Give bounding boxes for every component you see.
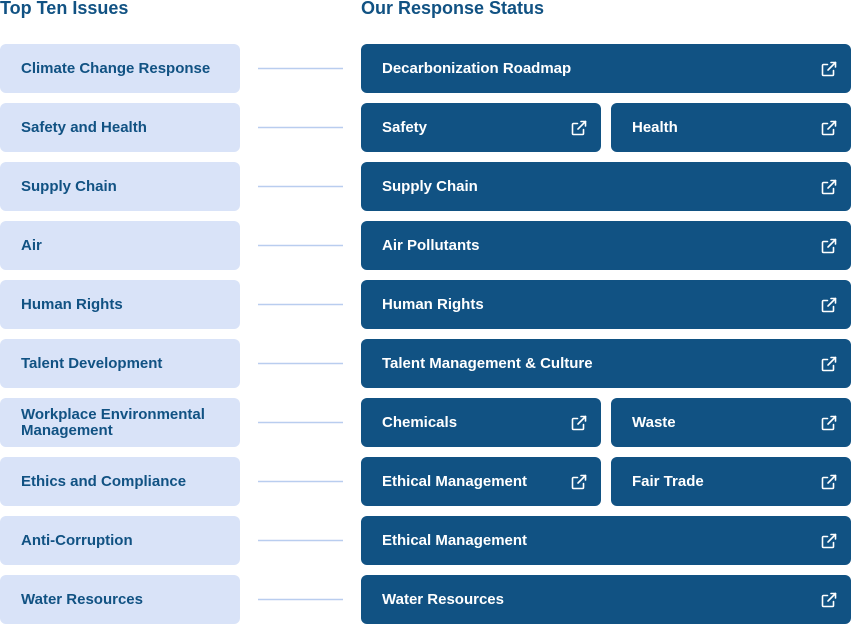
response-label: Human Rights	[382, 296, 484, 313]
response-group: Water Resources	[361, 575, 851, 624]
response-group: Ethical Management Fair Trade	[361, 457, 851, 506]
connector-arrow-icon	[258, 185, 343, 188]
external-link-icon	[821, 474, 837, 490]
issue-label: Anti-Corruption	[0, 516, 240, 565]
issue-row: Supply Chain Supply Chain	[0, 162, 851, 211]
external-link-icon	[821, 238, 837, 254]
issue-label: Workplace Environmental Management	[0, 398, 240, 447]
issue-label: Safety and Health	[0, 103, 240, 152]
external-link-icon	[821, 592, 837, 608]
external-link-icon	[821, 61, 837, 77]
external-link-icon	[821, 297, 837, 313]
connector-arrow-icon	[258, 67, 343, 70]
response-label: Supply Chain	[382, 178, 478, 195]
external-link-icon	[821, 179, 837, 195]
connector-arrow-icon	[258, 539, 343, 542]
issue-row: Talent Development Talent Management & Cu…	[0, 339, 851, 388]
external-link-icon	[571, 415, 587, 431]
issue-row: Workplace Environmental Management Chemic…	[0, 398, 851, 447]
response-group: Decarbonization Roadmap	[361, 44, 851, 93]
response-group: Chemicals Waste	[361, 398, 851, 447]
response-link[interactable]: Ethical Management	[361, 457, 601, 506]
response-link[interactable]: Supply Chain	[361, 162, 851, 211]
response-label: Fair Trade	[632, 473, 704, 490]
connector-arrow-icon	[258, 421, 343, 424]
response-link[interactable]: Human Rights	[361, 280, 851, 329]
issue-row: Ethics and Compliance Ethical Management F…	[0, 457, 851, 506]
external-link-icon	[821, 356, 837, 372]
response-link[interactable]: Decarbonization Roadmap	[361, 44, 851, 93]
issue-label: Talent Development	[0, 339, 240, 388]
response-group: Safety Health	[361, 103, 851, 152]
connector-arrow-icon	[258, 598, 343, 601]
issue-label: Supply Chain	[0, 162, 240, 211]
issue-row: Safety and Health Safety Health	[0, 103, 851, 152]
response-group: Human Rights	[361, 280, 851, 329]
response-link[interactable]: Safety	[361, 103, 601, 152]
issue-label: Human Rights	[0, 280, 240, 329]
connector-arrow-icon	[258, 244, 343, 247]
connector-arrow-icon	[258, 303, 343, 306]
issue-row: Air Air Pollutants	[0, 221, 851, 270]
external-link-icon	[571, 474, 587, 490]
issue-row: Water Resources Water Resources	[0, 575, 851, 624]
response-label: Water Resources	[382, 591, 504, 608]
response-label: Safety	[382, 119, 428, 136]
issues-response-list: Climate Change Response Decarbonization R…	[0, 44, 851, 634]
issue-row: Anti-Corruption Ethical Management	[0, 516, 851, 565]
external-link-icon	[821, 120, 837, 136]
response-link[interactable]: Health	[611, 103, 851, 152]
response-label: Air Pollutants	[382, 237, 480, 254]
response-link[interactable]: Talent Management & Culture	[361, 339, 851, 388]
response-label: Health	[632, 119, 678, 136]
response-link[interactable]: Ethical Management	[361, 516, 851, 565]
responses-heading: Our Response Status	[361, 0, 545, 18]
response-label: Ethical Management	[382, 532, 528, 549]
response-label: Chemicals	[382, 414, 458, 431]
response-label: Talent Management & Culture	[382, 355, 593, 372]
issue-label: Air	[0, 221, 240, 270]
external-link-icon	[821, 415, 837, 431]
response-label: Ethical Management	[382, 473, 528, 490]
response-group: Ethical Management	[361, 516, 851, 565]
external-link-icon	[821, 533, 837, 549]
response-group: Talent Management & Culture	[361, 339, 851, 388]
issue-label: Ethics and Compliance	[0, 457, 240, 506]
external-link-icon	[571, 120, 587, 136]
issue-label: Climate Change Response	[0, 44, 240, 93]
response-link[interactable]: Waste	[611, 398, 851, 447]
issue-row: Climate Change Response Decarbonization R…	[0, 44, 851, 93]
response-label: Decarbonization Roadmap	[382, 60, 572, 77]
response-link[interactable]: Chemicals	[361, 398, 601, 447]
response-label: Waste	[632, 414, 676, 431]
connector-arrow-icon	[258, 480, 343, 483]
response-group: Air Pollutants	[361, 221, 851, 270]
response-link[interactable]: Fair Trade	[611, 457, 851, 506]
response-link[interactable]: Air Pollutants	[361, 221, 851, 270]
issue-label: Water Resources	[0, 575, 240, 624]
issue-row: Human Rights Human Rights	[0, 280, 851, 329]
response-group: Supply Chain	[361, 162, 851, 211]
connector-arrow-icon	[258, 126, 343, 129]
response-link[interactable]: Water Resources	[361, 575, 851, 624]
connector-arrow-icon	[258, 362, 343, 365]
issues-heading: Top Ten Issues	[0, 0, 129, 18]
